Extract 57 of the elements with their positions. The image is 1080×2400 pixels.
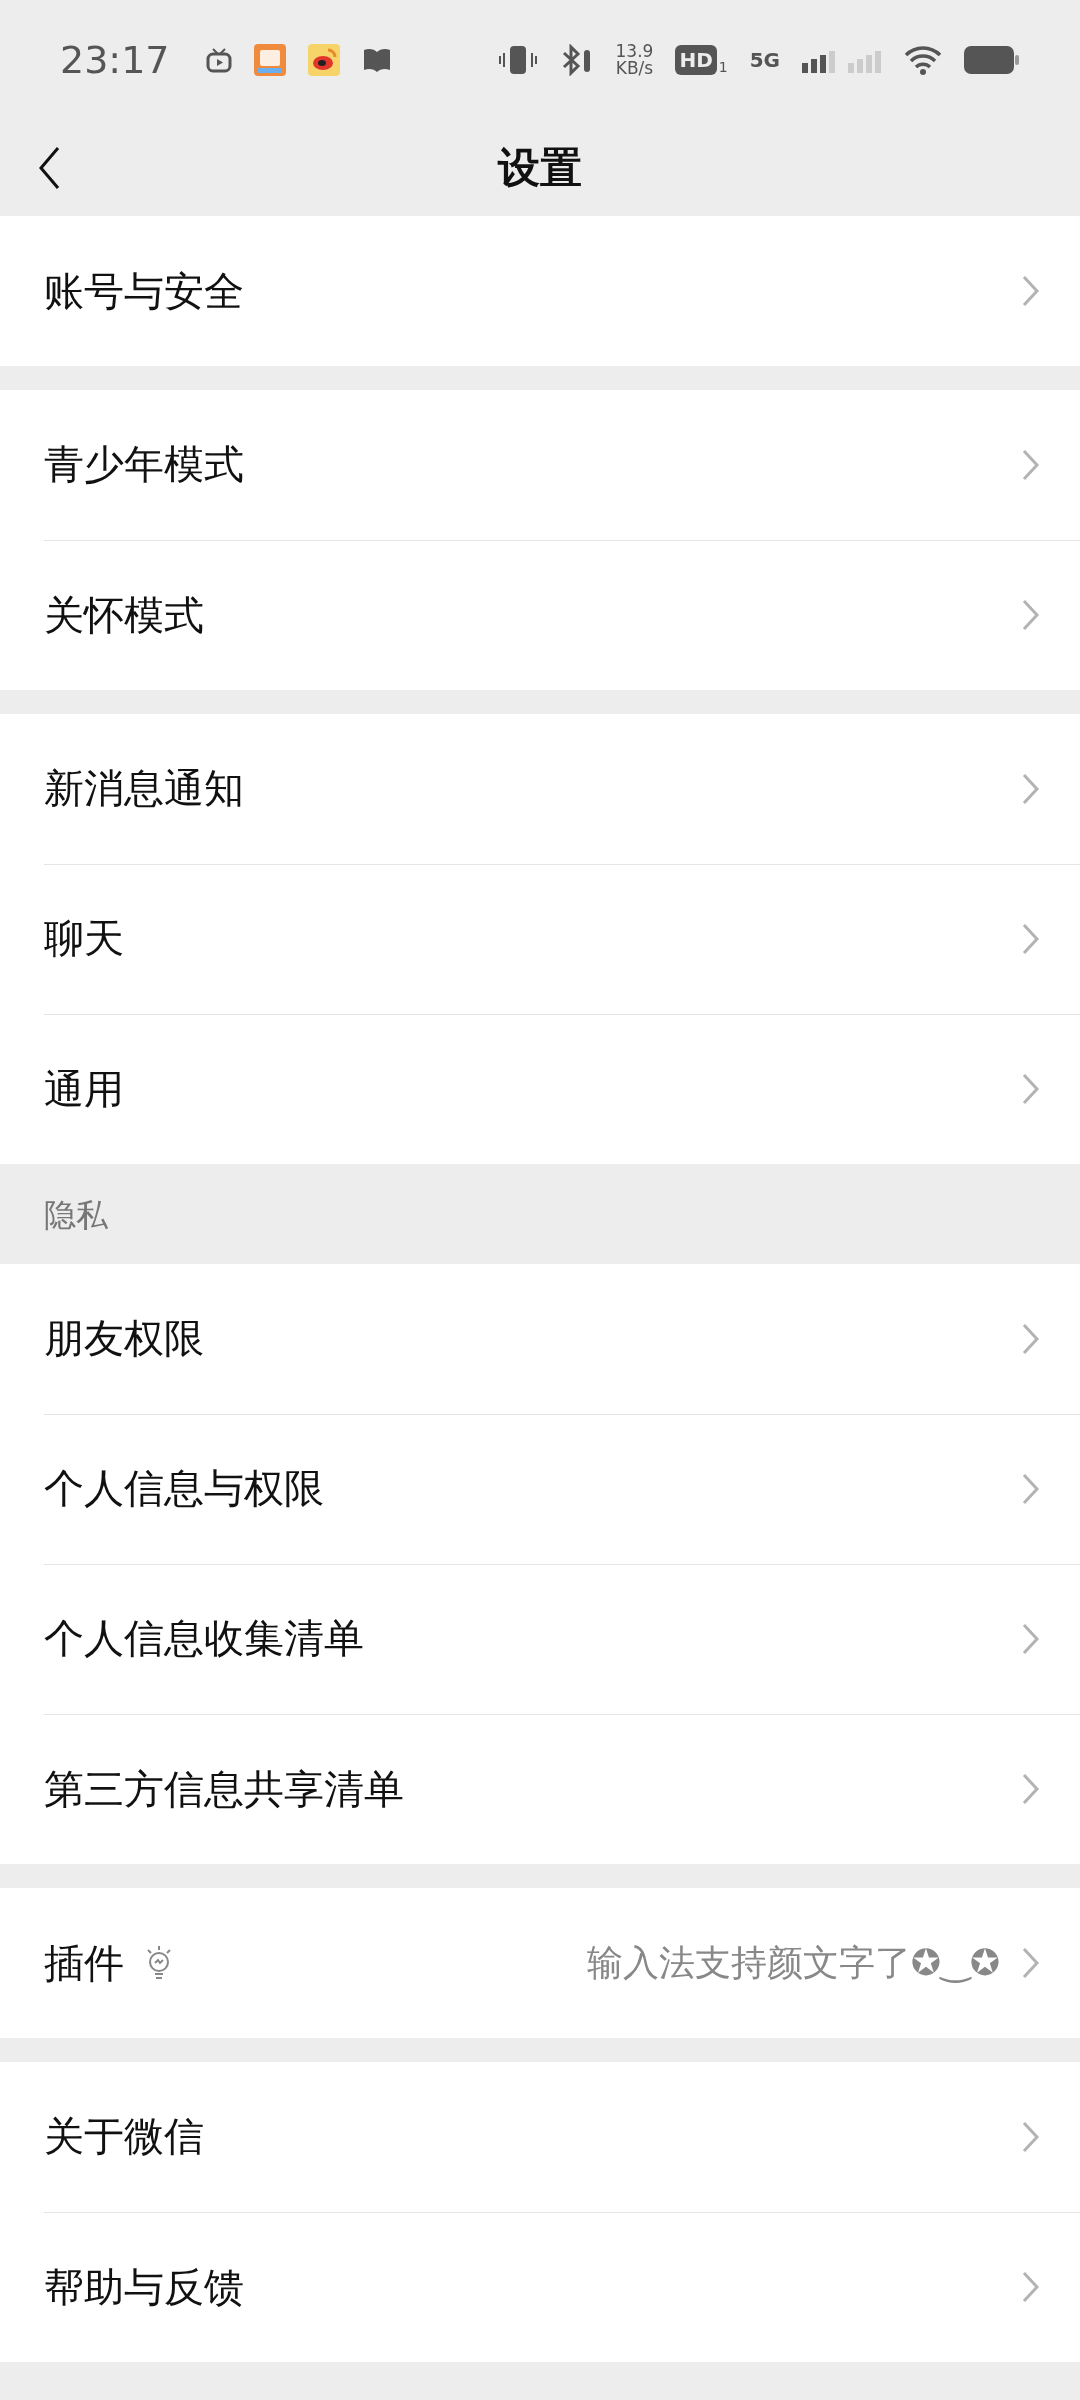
book-icon <box>361 47 392 73</box>
settings-row[interactable]: 通用 <box>0 1014 1080 1164</box>
row-label: 关怀模式 <box>44 590 204 640</box>
chevron-icon <box>1022 922 1040 955</box>
chevron-icon <box>1022 2120 1040 2153</box>
sim-number: 1 <box>718 59 728 75</box>
settings-row[interactable]: 个人信息收集清单 <box>0 1564 1080 1714</box>
row-label: 账号与安全 <box>44 266 244 316</box>
tv-icon <box>205 47 232 73</box>
page-title: 设置 <box>498 142 582 194</box>
section-header: 隐私 <box>43 1195 109 1236</box>
row-label: 关于微信 <box>44 2112 204 2161</box>
chevron-icon <box>1022 448 1040 481</box>
row-label: 第三方信息共享清单 <box>44 1764 404 1814</box>
lightbulb-icon <box>144 1944 174 1982</box>
row-label: 新消息通知 <box>44 764 244 813</box>
row-label: 插件 <box>44 1938 124 1988</box>
chevron-icon <box>1022 1622 1040 1655</box>
settings-row[interactable]: 新消息通知 <box>0 714 1080 864</box>
settings-row[interactable]: 聊天 <box>0 864 1080 1014</box>
speed-unit: KB/s <box>615 60 654 77</box>
wifi-icon <box>904 45 942 75</box>
row-label: 个人信息收集清单 <box>44 1614 364 1663</box>
chevron-icon <box>1022 1472 1040 1505</box>
chevron-icon <box>1022 1947 1040 1979</box>
row-label: 朋友权限 <box>44 1314 204 1363</box>
settings-row[interactable]: 插件 输入法支持颜文字了✪‿✪ <box>0 1888 1080 2038</box>
chevron-icon <box>1022 1073 1040 1105</box>
row-label: 通用 <box>44 1064 124 1114</box>
row-label: 青少年模式 <box>44 440 244 489</box>
settings-row[interactable]: 青少年模式 <box>0 390 1080 540</box>
settings-row[interactable]: 账号与安全 <box>0 216 1080 366</box>
chevron-icon <box>1022 1322 1040 1355</box>
settings-row[interactable]: 关于微信 <box>0 2062 1080 2212</box>
row-label: 个人信息与权限 <box>44 1464 324 1513</box>
settings-row[interactable]: 朋友权限 <box>0 1264 1080 1414</box>
status-time: 23:17 <box>60 38 170 82</box>
vibrate-icon <box>497 44 538 76</box>
chevron-icon <box>1022 275 1040 307</box>
row-label: 帮助与反馈 <box>44 2262 244 2312</box>
chevron-icon <box>1022 599 1040 631</box>
app-icon <box>307 44 340 76</box>
row-label: 聊天 <box>44 914 124 963</box>
hd-badge: HD <box>675 45 717 75</box>
settings-row[interactable]: 关怀模式 <box>0 540 1080 690</box>
chevron-icon <box>1022 772 1040 805</box>
back-icon[interactable] <box>38 146 60 190</box>
row-value: 输入法支持颜文字了✪‿✪ <box>586 1940 1000 1985</box>
network-speed: 13.9 <box>615 43 654 60</box>
settings-row[interactable]: 帮助与反馈 <box>0 2212 1080 2362</box>
settings-row[interactable]: 个人信息与权限 <box>0 1414 1080 1564</box>
battery-icon <box>964 46 1020 74</box>
chevron-icon <box>1022 2271 1040 2303</box>
chevron-icon <box>1022 1773 1040 1805</box>
settings-row[interactable]: 第三方信息共享清单 <box>0 1714 1080 1864</box>
network-type: 5G <box>749 50 780 70</box>
app-icon <box>253 44 286 76</box>
